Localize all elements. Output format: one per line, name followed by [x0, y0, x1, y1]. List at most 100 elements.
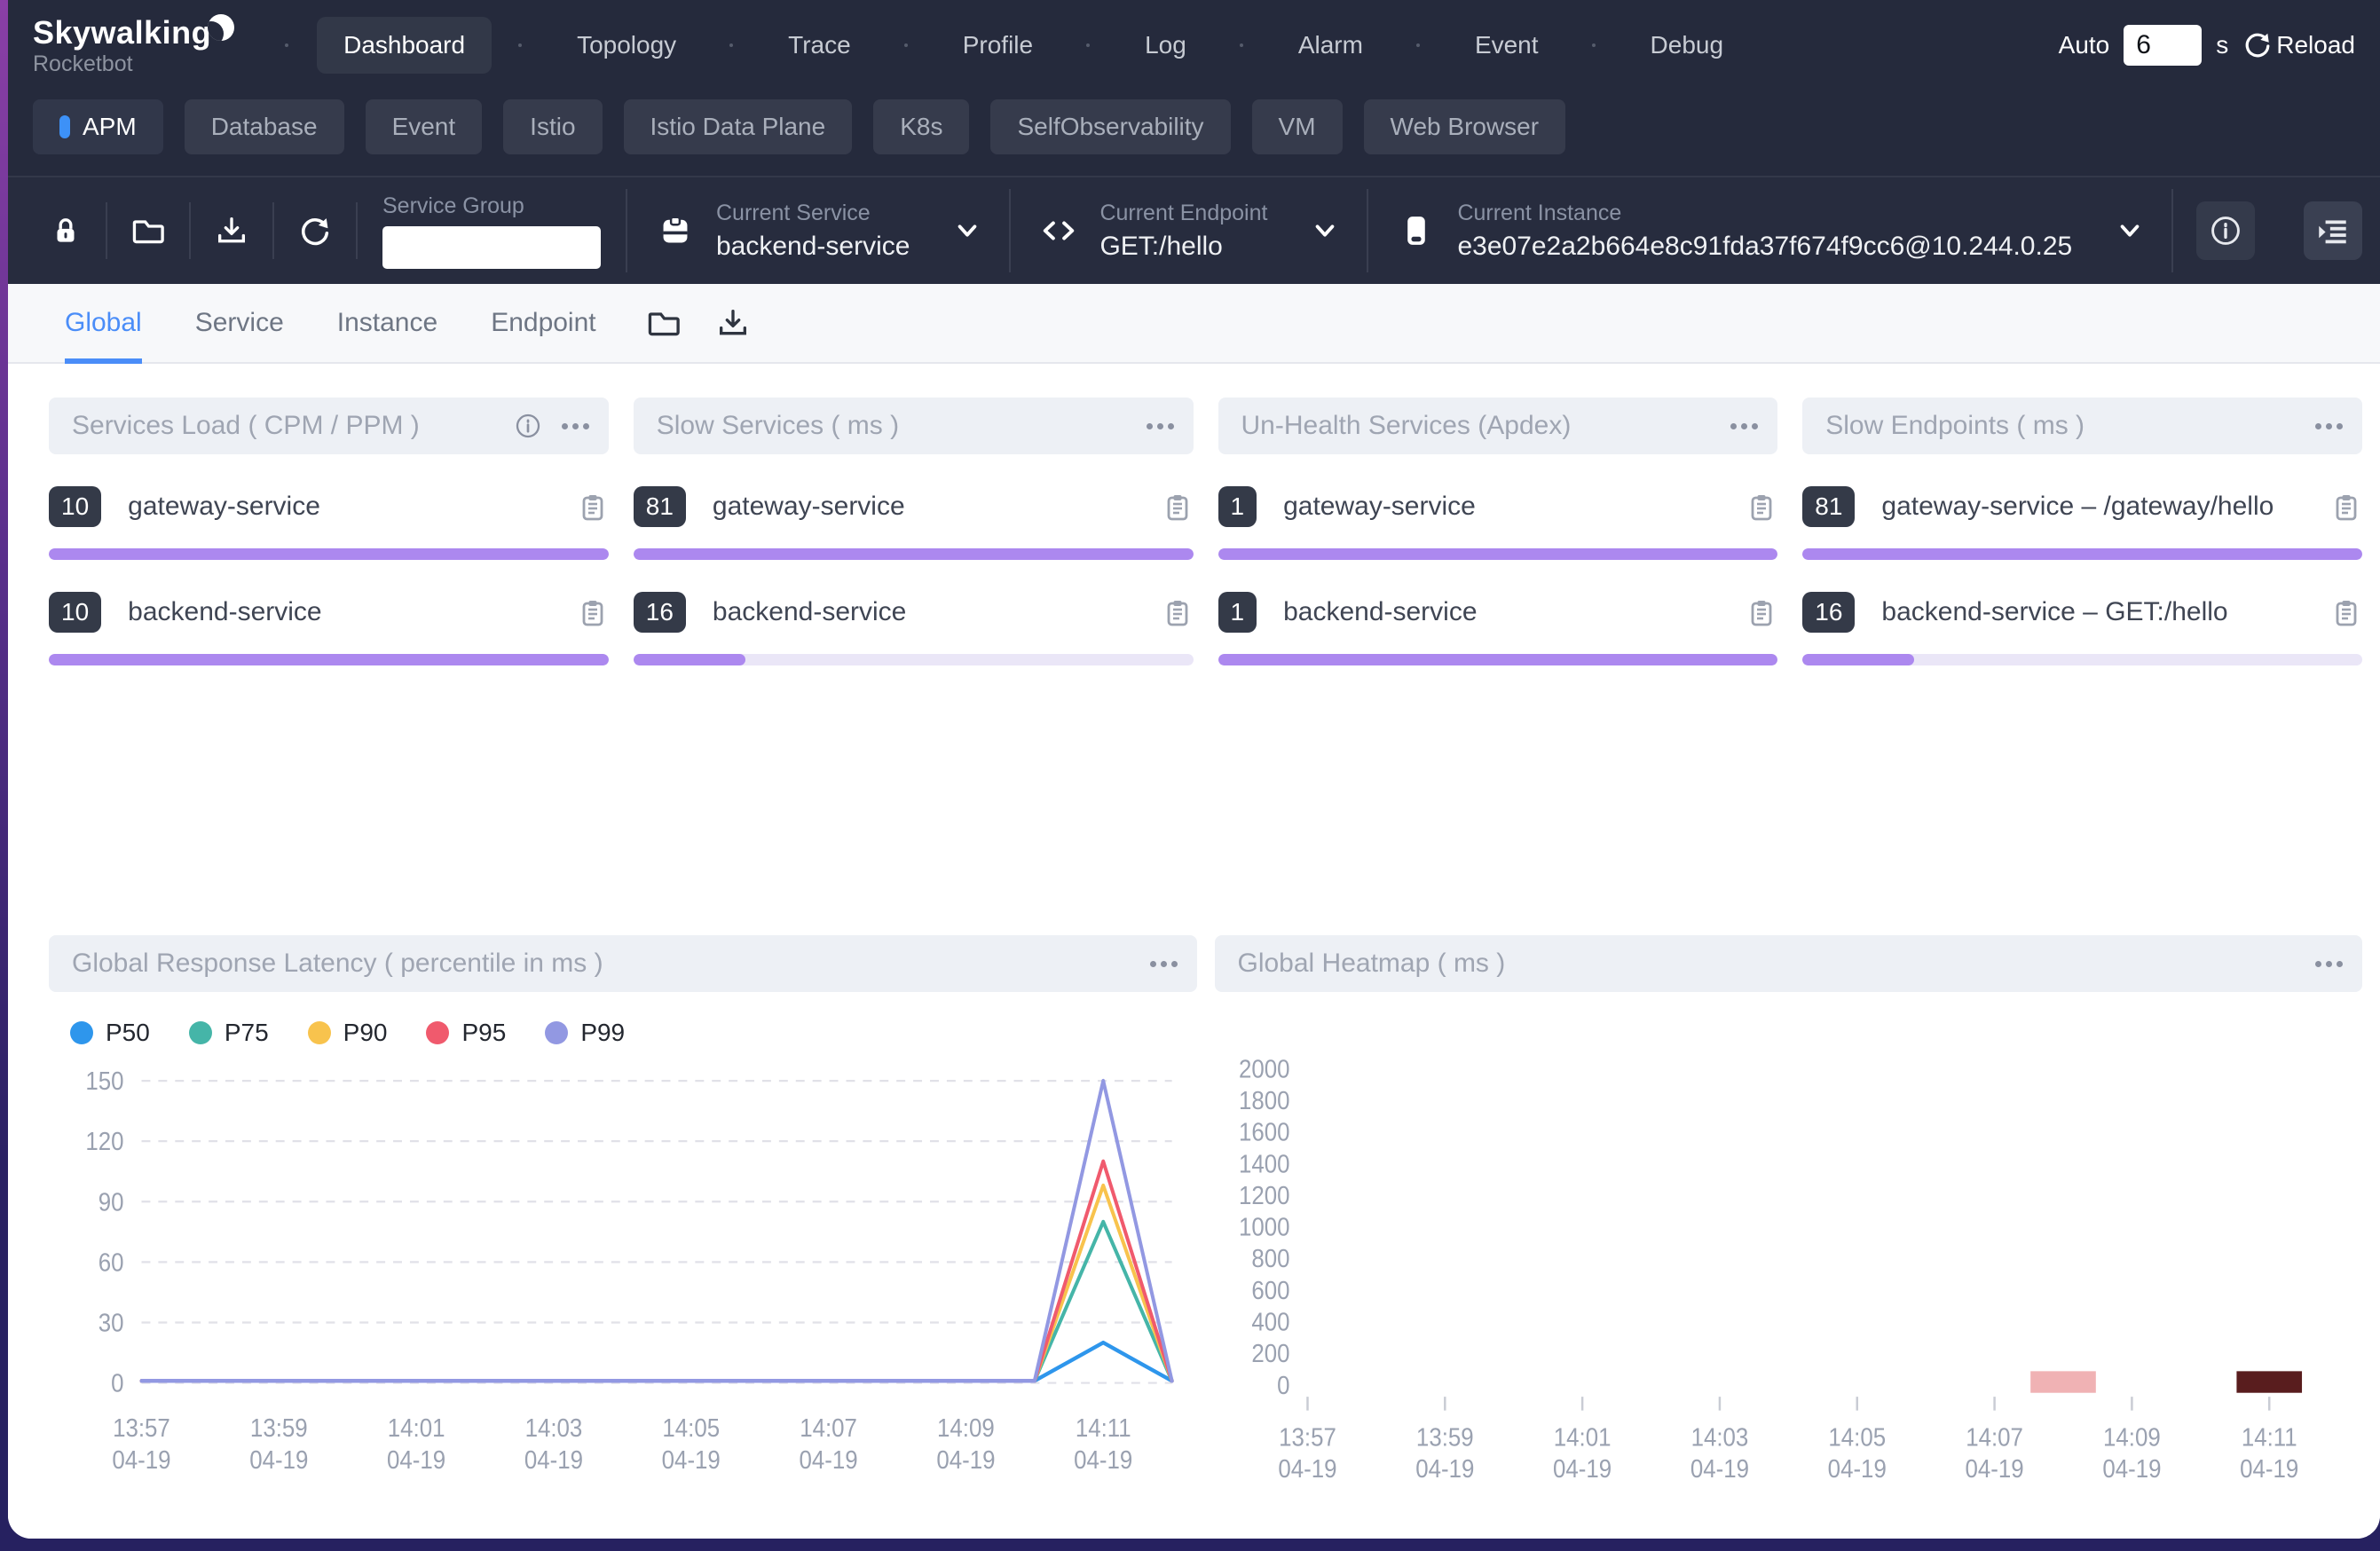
logo-title: Skywalking	[33, 14, 211, 51]
auto-interval-input[interactable]	[2124, 25, 2202, 66]
x-axis-tick-time: 14:05	[662, 1413, 720, 1443]
workspace-tab-label: Web Browser	[1391, 113, 1540, 141]
clipboard-icon[interactable]	[577, 596, 609, 628]
metric-name[interactable]: gateway-service	[713, 492, 1162, 522]
x-axis-tick-time: 13:57	[1279, 1422, 1336, 1452]
heatmap-cell-14-11[interactable]	[2236, 1371, 2302, 1392]
workspace-tab-vm[interactable]: VM	[1252, 99, 1343, 154]
metric-name[interactable]: backend-service	[128, 597, 577, 627]
clipboard-icon[interactable]	[1746, 596, 1777, 628]
service-group-input[interactable]	[382, 226, 601, 269]
info-icon[interactable]	[514, 412, 542, 440]
nav-item-dashboard[interactable]: Dashboard	[317, 17, 492, 74]
heatmap-chart-header: Global Heatmap ( ms )	[1215, 935, 2363, 992]
x-axis-tick-date: 04-19	[1690, 1454, 1748, 1484]
more-options-icon[interactable]	[1150, 961, 1156, 967]
expand-panel-button[interactable]	[2304, 201, 2362, 260]
metric-value-badge: 1	[1218, 486, 1257, 527]
clipboard-icon[interactable]	[577, 491, 609, 523]
current-instance-label: Current Instance	[1457, 201, 2072, 226]
series-line-p95	[141, 1161, 1171, 1381]
x-axis-tick-date: 04-19	[249, 1445, 308, 1474]
metric-name[interactable]: backend-service	[713, 597, 1162, 627]
current-instance-selector[interactable]: Current Instance e3e07e2a2b664e8c91fda37…	[1368, 201, 2171, 262]
x-axis-tick-time: 14:01	[1553, 1422, 1611, 1452]
more-options-icon[interactable]	[2315, 961, 2321, 967]
workspace-tab-label: APM	[83, 113, 137, 141]
legend-label: P90	[343, 1019, 388, 1047]
reload-button[interactable]: Reload	[2242, 30, 2355, 60]
metric-row-line: 10 backend-service	[49, 592, 609, 633]
info-button[interactable]	[2196, 201, 2255, 260]
legend-item-p95[interactable]: P95	[426, 1019, 506, 1047]
nav-item-profile[interactable]: Profile	[936, 17, 1060, 74]
auto-label: Auto	[2059, 31, 2110, 59]
clipboard-icon[interactable]	[1162, 491, 1194, 523]
heatmap-chart[interactable]: 200018001600140012001000800600400200013:…	[1215, 992, 2363, 1539]
y-axis-tick-label: 2000	[1239, 1054, 1290, 1083]
workspace-tab-database[interactable]: Database	[185, 99, 344, 154]
service-group-section: Service Group	[358, 193, 626, 269]
legend-item-p75[interactable]: P75	[189, 1019, 269, 1047]
workspace-tab-k8s[interactable]: K8s	[873, 99, 969, 154]
more-options-icon[interactable]	[2315, 423, 2321, 429]
open-dashboard-button[interactable]	[646, 305, 682, 341]
clipboard-icon[interactable]	[1162, 596, 1194, 628]
metric-bar-fill	[1802, 654, 1914, 665]
workspace-tab-istio[interactable]: Istio	[503, 99, 602, 154]
import-template-button[interactable]	[191, 213, 272, 248]
nav-item-debug[interactable]: Debug	[1624, 17, 1751, 74]
more-options-icon[interactable]	[1147, 423, 1153, 429]
workspace-tab-web-browser[interactable]: Web Browser	[1364, 99, 1566, 154]
chevron-down-icon	[954, 217, 981, 244]
heatmap-cell-14-08[interactable]	[2030, 1371, 2096, 1392]
metric-name[interactable]: backend-service – GET:/hello	[1881, 597, 2330, 627]
endpoint-code-icon	[1039, 211, 1078, 250]
y-axis-tick-label: 150	[85, 1067, 123, 1096]
nav-item-alarm[interactable]: Alarm	[1272, 17, 1390, 74]
x-axis-tick-time: 14:11	[2241, 1422, 2297, 1452]
view-tab-endpoint[interactable]: Endpoint	[464, 284, 622, 362]
metric-bar	[49, 654, 609, 665]
nav-item-topology[interactable]: Topology	[550, 17, 703, 74]
metric-name[interactable]: gateway-service	[128, 492, 577, 522]
workspace-tab-event[interactable]: Event	[366, 99, 483, 154]
skywalking-logo[interactable]: Skywalking Rocketbot	[33, 14, 234, 77]
latency-line-chart[interactable]: 030609012015013:5704-1913:5904-1914:0104…	[49, 1047, 1197, 1539]
view-tab-global[interactable]: Global	[38, 284, 169, 362]
reload-icon	[2242, 30, 2273, 60]
legend-item-p99[interactable]: P99	[545, 1019, 625, 1047]
chevron-down-icon	[2116, 217, 2143, 244]
workspace-tab-apm[interactable]: APM	[33, 99, 163, 154]
view-tab-instance[interactable]: Instance	[311, 284, 464, 362]
latency-chart-header: Global Response Latency ( percentile in …	[49, 935, 1197, 992]
card-header: Slow Services ( ms )	[634, 398, 1194, 454]
more-options-icon[interactable]	[562, 423, 568, 429]
current-endpoint-selector[interactable]: Current Endpoint GET:/hello	[1011, 201, 1367, 262]
workspace-tab-selfobservability[interactable]: SelfObservability	[990, 99, 1230, 154]
metric-name[interactable]: gateway-service	[1283, 492, 1746, 522]
metric-name[interactable]: backend-service	[1283, 597, 1746, 627]
clipboard-icon[interactable]	[1746, 491, 1777, 523]
metric-row-line: 1 gateway-service	[1218, 486, 1778, 527]
more-options-icon[interactable]	[1730, 423, 1737, 429]
clipboard-icon[interactable]	[2330, 491, 2362, 523]
export-dashboard-button[interactable]	[715, 305, 751, 341]
legend-item-p50[interactable]: P50	[70, 1019, 150, 1047]
view-tab-service[interactable]: Service	[169, 284, 311, 362]
metric-name[interactable]: gateway-service – /gateway/hello	[1881, 492, 2330, 522]
nav-item-trace[interactable]: Trace	[761, 17, 878, 74]
lock-template-button[interactable]	[26, 214, 106, 248]
metric-row-line: 81gateway-service – /gateway/hello	[1802, 486, 2362, 527]
workspace-tab-istio-data-plane[interactable]: Istio Data Plane	[624, 99, 853, 154]
clipboard-icon[interactable]	[2330, 596, 2362, 628]
nav-item-log[interactable]: Log	[1118, 17, 1213, 74]
y-axis-tick-label: 30	[99, 1308, 124, 1337]
open-template-button[interactable]	[107, 213, 189, 248]
current-service-selector[interactable]: Current Service backend-service	[627, 201, 1009, 262]
metric-value-badge: 10	[49, 592, 101, 633]
download-icon	[715, 305, 751, 341]
refresh-templates-button[interactable]	[274, 213, 356, 248]
nav-item-event[interactable]: Event	[1448, 17, 1565, 74]
legend-item-p90[interactable]: P90	[308, 1019, 388, 1047]
